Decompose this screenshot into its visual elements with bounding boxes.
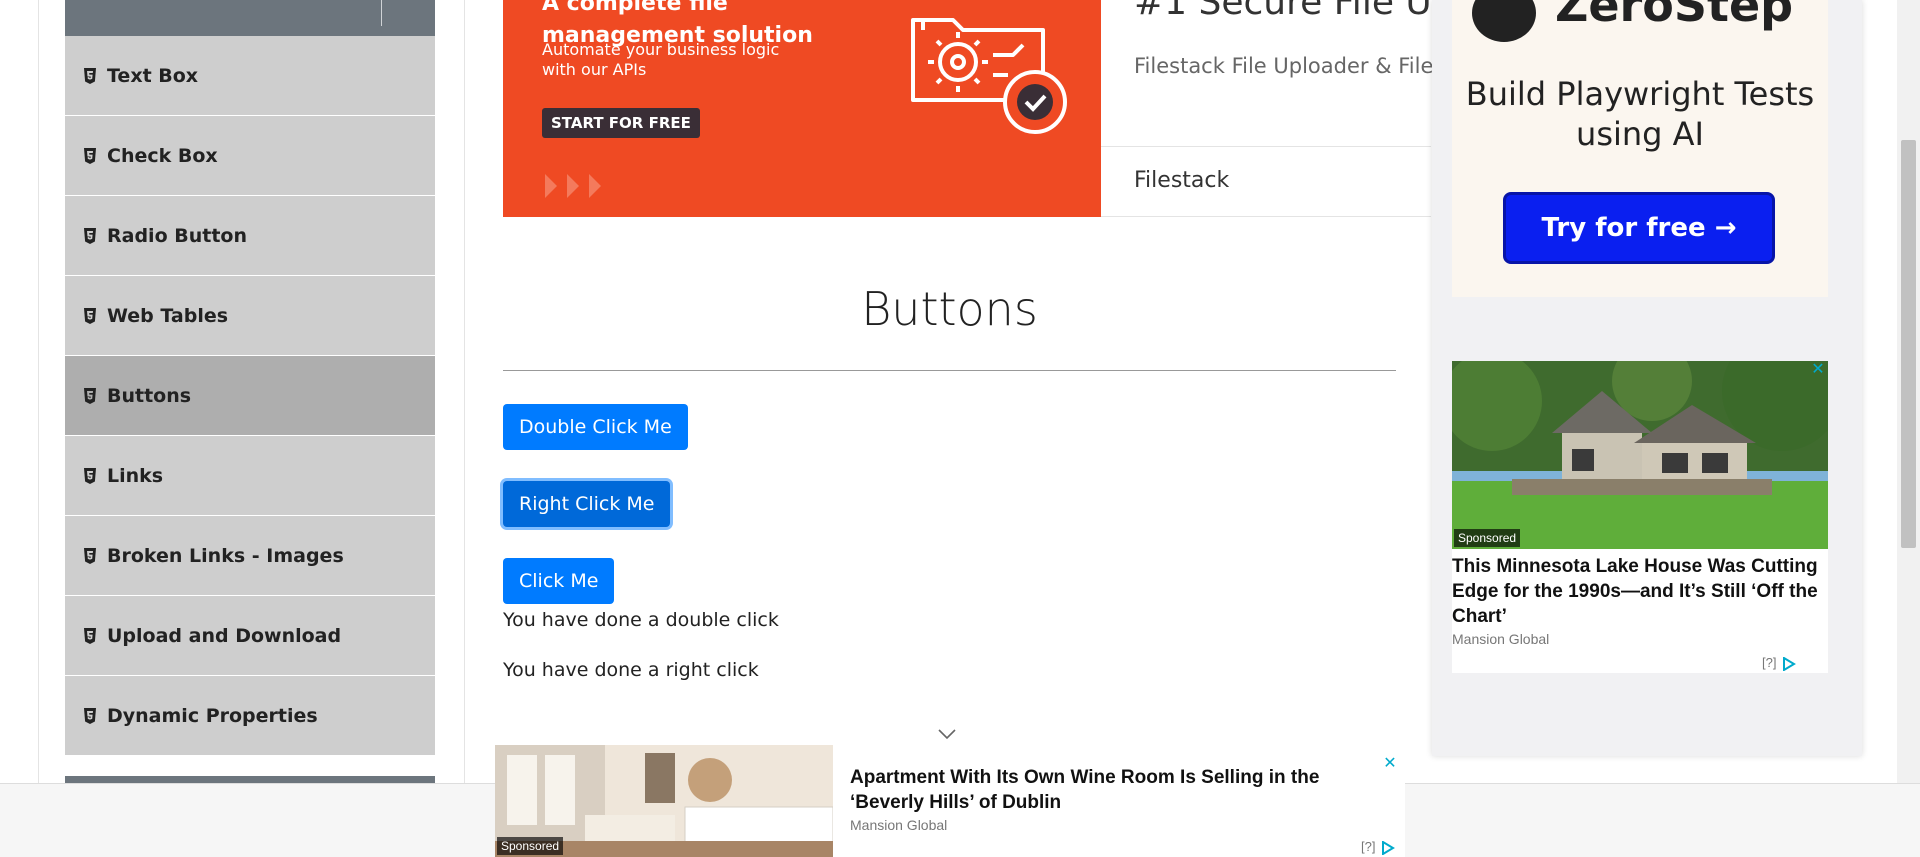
adchoices-icon (1783, 655, 1797, 672)
html5-icon (84, 627, 96, 644)
double-click-button[interactable]: Double Click Me (503, 404, 688, 450)
sidebar-menu: Text Box Check Box Radio Button Web Tabl… (65, 36, 435, 756)
bottom-native-ad[interactable]: Sponsored ✕ Apartment With Its Own Wine … (495, 745, 1405, 857)
sidebar-item-web-tables[interactable]: Web Tables (65, 276, 435, 356)
sidebar-item-label: Check Box (107, 144, 218, 167)
sidebar-item-broken-links[interactable]: Broken Links - Images (65, 516, 435, 596)
right-click-button[interactable]: Right Click Me (503, 481, 671, 527)
html5-icon (84, 547, 96, 564)
sidebar-item-upload-download[interactable]: Upload and Download (65, 596, 435, 676)
sidebar-item-label: Radio Button (107, 224, 247, 247)
adchoices-link[interactable]: [?] (1361, 839, 1397, 856)
chevron-down-icon[interactable] (937, 726, 957, 742)
filestack-banner-ad[interactable]: A complete file management solution Auto… (503, 0, 1101, 217)
close-icon[interactable]: ✕ (1381, 755, 1399, 773)
header-divider (381, 0, 382, 26)
bottom-ad-title[interactable]: Apartment With Its Own Wine Room Is Sell… (850, 765, 1370, 815)
sidebar-item-buttons[interactable]: Buttons (65, 356, 435, 436)
html5-icon (84, 147, 96, 164)
zerostep-try-button[interactable]: Try for free → (1503, 192, 1775, 264)
filestack-text-ad[interactable]: #1 Secure File Uplo Filestack File Uploa… (1101, 0, 1487, 217)
house-ad-source: Mansion Global (1452, 631, 1550, 647)
title-divider (503, 370, 1396, 371)
sponsored-badge: Sponsored (1454, 529, 1521, 547)
ad-card-brand: Filestack (1134, 168, 1230, 193)
html5-icon (84, 307, 96, 324)
ad-cta-button[interactable]: START FOR FREE (542, 108, 700, 138)
right-click-message: You have done a right click (503, 659, 759, 681)
house-native-ad[interactable]: Sponsored ✕ This Minnesota Lake House Wa… (1452, 361, 1828, 673)
sidebar-item-label: Links (107, 464, 164, 487)
bottom-ad-source: Mansion Global (850, 817, 948, 833)
sidebar-item-links[interactable]: Links (65, 436, 435, 516)
house-ad-title[interactable]: This Minnesota Lake House Was Cutting Ed… (1452, 554, 1828, 629)
page-title: Buttons (861, 282, 1038, 336)
page-scrollbar[interactable] (1897, 0, 1920, 783)
folder-gear-icon (911, 18, 1067, 134)
sidebar-item-text-box[interactable]: Text Box (65, 36, 435, 116)
sidebar-item-label: Text Box (107, 64, 199, 87)
arrows-icon (545, 174, 601, 198)
sidebar-item-label: Upload and Download (107, 624, 342, 647)
html5-icon (84, 387, 96, 404)
click-me-button[interactable]: Click Me (503, 558, 615, 604)
scrollbar-thumb[interactable] (1901, 140, 1916, 548)
sidebar-item-dynamic-properties[interactable]: Dynamic Properties (65, 676, 435, 756)
sidebar-item-label: Broken Links - Images (107, 544, 344, 567)
html5-icon (84, 227, 96, 244)
sidebar-item-label: Buttons (107, 384, 192, 407)
sidebar-item-label: Dynamic Properties (107, 704, 318, 727)
ad-card-divider (1101, 146, 1431, 147)
sidebar-item-radio-button[interactable]: Radio Button (65, 196, 435, 276)
ad-subtext: Automate your business logic with our AP… (542, 40, 780, 79)
ad-card-description: Filestack File Uploader & File U (1134, 54, 1456, 78)
adchoices-icon (1382, 839, 1396, 856)
sidebar-item-check-box[interactable]: Check Box (65, 116, 435, 196)
sidebar-item-label: Web Tables (107, 304, 229, 327)
html5-icon (84, 467, 96, 484)
double-click-message: You have done a double click (503, 609, 779, 631)
sponsored-badge: Sponsored (497, 837, 564, 855)
sidebar-group-header-elements[interactable] (65, 0, 435, 36)
close-icon[interactable]: ✕ (1809, 361, 1827, 379)
zerostep-brand: ZeroStep (1555, 0, 1794, 32)
zerostep-headline: Build Playwright Tests using AI (1465, 75, 1815, 153)
adchoices-link[interactable]: [?] (1762, 655, 1798, 672)
html5-icon (84, 67, 96, 84)
html5-icon (84, 707, 96, 724)
house-photo[interactable] (1452, 361, 1828, 549)
house-image (1452, 361, 1828, 549)
